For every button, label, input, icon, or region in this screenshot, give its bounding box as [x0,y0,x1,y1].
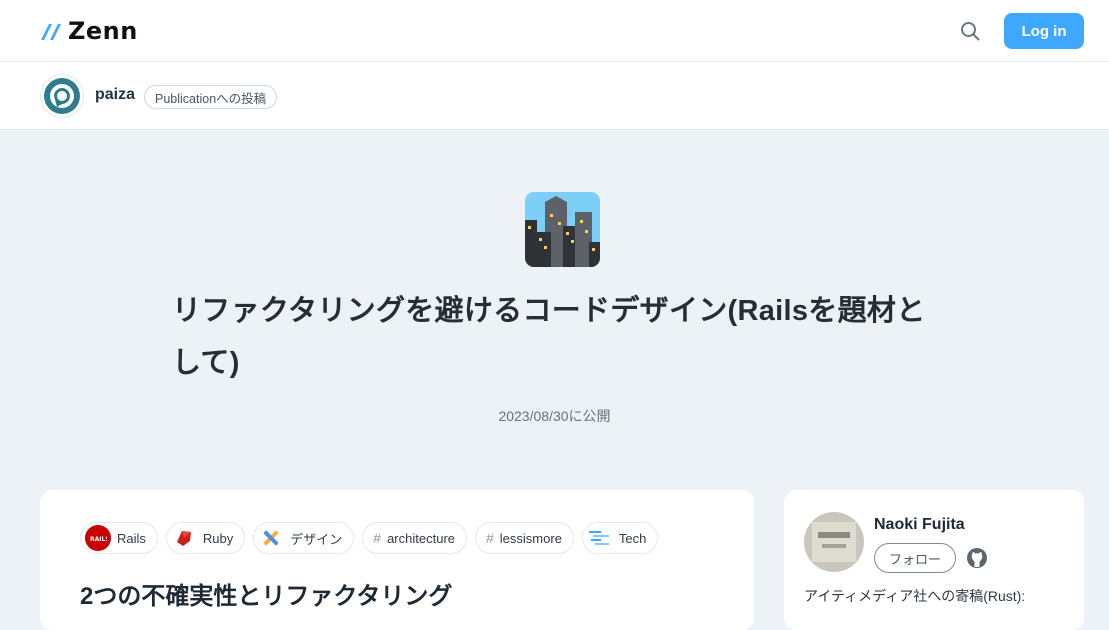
topic-list: RAILS Rails Ruby デザイン # architecture # l… [80,522,659,554]
publication-name[interactable]: paiza [95,86,135,104]
article-body-card: RAILS Rails Ruby デザイン # architecture # l… [40,490,754,630]
topic-architecture[interactable]: # architecture [362,522,467,554]
cityscape-icon [525,192,600,267]
hash-icon: # [486,530,494,546]
zenn-logo-text: Zenn [68,17,138,45]
author-avatar[interactable] [804,512,864,572]
hash-icon: # [373,530,382,546]
topic-label: Ruby [202,530,234,546]
github-icon [967,548,987,568]
publish-date: 2023/08/30に公開 [498,408,611,424]
design-icon [258,525,284,551]
rails-icon: RAILS [85,525,111,551]
github-link[interactable] [966,547,988,569]
author-card: Naoki Fujita フォロー アイティメディア社への寄稿(Rust): [784,490,1084,630]
zenn-logo[interactable]: Zenn [40,17,138,45]
topic-label: architecture [387,530,455,546]
author-bio: アイティメディア社への寄稿(Rust): [804,588,1026,604]
ruby-icon [171,525,197,551]
tech-icon [587,525,613,551]
topic-design[interactable]: デザイン [253,522,355,554]
follow-button[interactable]: フォロー [874,543,956,573]
svg-text:RAILS: RAILS [90,536,107,543]
publication-bar: paiza Publicationへの投稿 [0,62,1109,130]
zenn-logo-icon [41,24,61,40]
search-icon [961,22,980,41]
topic-label: デザイン [290,531,343,547]
topic-label: Rails [117,530,146,546]
search-button[interactable] [958,19,982,43]
publication-avatar[interactable] [40,74,84,118]
topic-lessismore[interactable]: # lessismore [475,522,574,554]
topic-rails[interactable]: RAILS Rails [80,522,158,554]
site-header: Zenn Log in [0,0,1109,62]
topic-ruby[interactable]: Ruby [165,522,246,554]
article-title: リファクタリングを避けるコードデザイン(Railsを題材として) [172,295,926,379]
login-button[interactable]: Log in [1004,13,1084,49]
topic-label: Tech [618,530,647,546]
topic-tech[interactable]: Tech [581,522,659,554]
author-name[interactable]: Naoki Fujita [874,516,965,534]
section-heading: 2つの不確実性とリファクタリング [80,583,453,610]
publication-badge: Publicationへの投稿 [144,85,278,109]
topic-label: lessismore [499,530,562,546]
paiza-logo-icon [44,78,80,114]
